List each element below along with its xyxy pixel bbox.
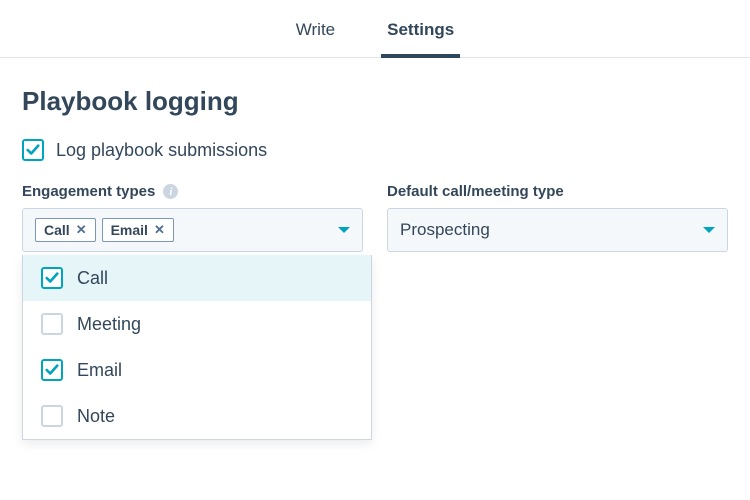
option-email-label: Email	[77, 360, 122, 381]
tab-settings[interactable]: Settings	[381, 10, 460, 58]
check-icon	[26, 143, 40, 157]
check-icon	[45, 363, 59, 377]
log-submissions-row: Log playbook submissions	[22, 139, 728, 161]
log-submissions-label: Log playbook submissions	[56, 140, 267, 161]
option-email-checkbox[interactable]	[41, 359, 63, 381]
option-note[interactable]: Note	[23, 393, 371, 439]
engagement-types-field: Engagement types i Call ✕ Email ✕	[22, 183, 363, 252]
chevron-down-icon	[338, 227, 350, 233]
tab-write[interactable]: Write	[290, 10, 341, 58]
option-email[interactable]: Email	[23, 347, 371, 393]
chevron-down-icon	[703, 227, 715, 233]
default-type-field: Default call/meeting type Prospecting	[387, 183, 728, 252]
option-meeting[interactable]: Meeting	[23, 301, 371, 347]
option-note-checkbox[interactable]	[41, 405, 63, 427]
option-call-label: Call	[77, 268, 108, 289]
engagement-types-dropdown: Call Meeting Email Note	[22, 255, 372, 440]
settings-panel: Playbook logging Log playbook submission…	[0, 58, 750, 280]
log-submissions-checkbox[interactable]	[22, 139, 44, 161]
option-call-checkbox[interactable]	[41, 267, 63, 289]
chip-call-remove[interactable]: ✕	[76, 222, 87, 238]
info-icon[interactable]: i	[163, 184, 178, 199]
default-type-label: Default call/meeting type	[387, 183, 728, 200]
engagement-types-select[interactable]: Call ✕ Email ✕	[22, 208, 363, 252]
option-note-label: Note	[77, 406, 115, 427]
chip-email: Email ✕	[102, 218, 174, 242]
engagement-types-label: Engagement types	[22, 183, 155, 200]
option-meeting-label: Meeting	[77, 314, 141, 335]
default-type-select[interactable]: Prospecting	[387, 208, 728, 252]
top-tabs: Write Settings	[0, 0, 750, 58]
default-type-value: Prospecting	[400, 220, 703, 240]
chip-call-label: Call	[44, 222, 70, 238]
chip-email-remove[interactable]: ✕	[154, 222, 165, 238]
fields-row: Engagement types i Call ✕ Email ✕	[22, 183, 728, 252]
option-call[interactable]: Call	[23, 255, 371, 301]
option-meeting-checkbox[interactable]	[41, 313, 63, 335]
chip-call: Call ✕	[35, 218, 96, 242]
section-heading: Playbook logging	[22, 86, 728, 117]
chip-email-label: Email	[111, 222, 148, 238]
engagement-types-label-row: Engagement types i	[22, 183, 363, 200]
check-icon	[45, 271, 59, 285]
